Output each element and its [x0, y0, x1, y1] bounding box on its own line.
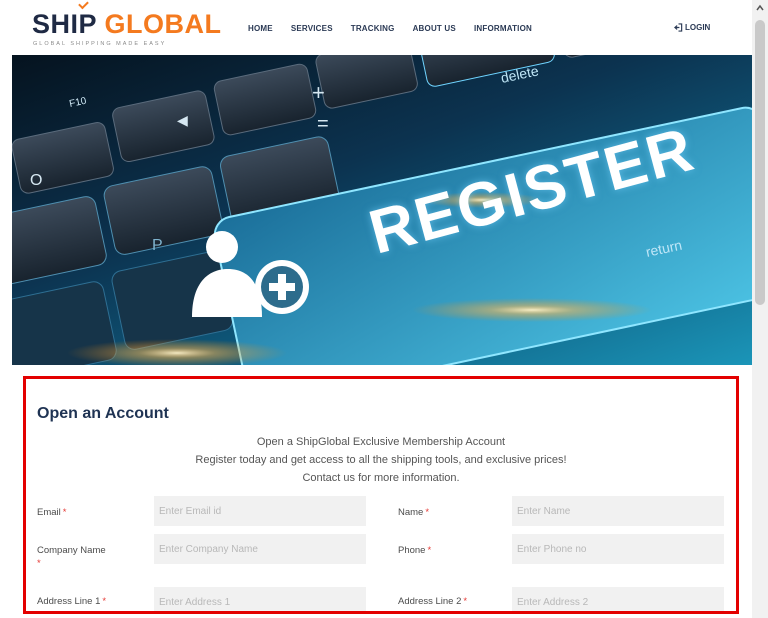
login-label: LOGIN	[685, 23, 711, 32]
open-account-panel: Open an Account Open a ShipGlobal Exclus…	[23, 376, 739, 614]
phone-label: Phone *	[398, 545, 431, 556]
intro-line-2: Register today and get access to all the…	[195, 454, 567, 466]
company-name-label: Company Name *	[37, 544, 142, 570]
logo-ship-text: SHIP	[32, 9, 97, 39]
site-header: SHIP GLOBAL GLOBAL SHIPPING MADE EASY HO…	[0, 0, 752, 55]
logo-tagline: GLOBAL SHIPPING MADE EASY	[33, 41, 167, 47]
intro-line-1: Open a ShipGlobal Exclusive Membership A…	[256, 436, 506, 448]
scroll-up-arrow-icon[interactable]	[755, 3, 765, 13]
email-field[interactable]	[154, 496, 366, 526]
required-marker: *	[37, 558, 41, 569]
nav-tracking[interactable]: TRACKING	[351, 24, 395, 33]
nav-information[interactable]: INFORMATION	[474, 24, 532, 33]
address-line-1-field[interactable]	[154, 587, 366, 611]
logo-global-text: GLOBAL	[104, 9, 222, 39]
required-marker: *	[463, 596, 468, 607]
address-line-1-label-text: Address Line 1	[37, 596, 101, 607]
page-title: Open an Account	[37, 405, 169, 422]
email-label-text: Email	[37, 507, 61, 518]
nav-home[interactable]: HOME	[248, 24, 273, 33]
intro-text: Open a ShipGlobal Exclusive Membership A…	[26, 433, 736, 487]
key-arrow-glyph: ◀	[177, 112, 188, 128]
required-marker: *	[62, 507, 67, 518]
nav-services[interactable]: SERVICES	[291, 24, 333, 33]
address-line-2-field[interactable]	[512, 587, 724, 611]
key-o-label: O	[30, 172, 42, 189]
required-marker: *	[425, 507, 430, 518]
required-marker: *	[102, 596, 107, 607]
login-arrow-icon	[674, 23, 683, 32]
nav-about-us[interactable]: ABOUT US	[413, 24, 456, 33]
name-label: Name *	[398, 507, 429, 518]
address-line-2-label: Address Line 2 *	[398, 596, 467, 607]
required-marker: *	[427, 545, 432, 556]
intro-line-3: Contact us for more information.	[302, 472, 460, 484]
main-nav: HOME SERVICES TRACKING ABOUT US INFORMAT…	[248, 24, 532, 33]
company-name-field[interactable]	[154, 534, 366, 564]
register-hero-banner: F10 delete return P O ◀ + = REGISTER	[12, 55, 752, 365]
key-p-label: P	[152, 237, 163, 254]
name-field[interactable]	[512, 496, 724, 526]
key-f10-label: F10	[68, 96, 88, 110]
address-line-1-label: Address Line 1 *	[37, 596, 106, 607]
login-link[interactable]: LOGIN	[674, 23, 710, 32]
key-plus-glyph: +	[312, 80, 325, 105]
logo-wordmark: SHIP GLOBAL	[32, 8, 222, 40]
name-label-text: Name	[398, 507, 424, 518]
company-name-label-text: Company Name	[37, 545, 106, 556]
scrollbar-thumb[interactable]	[755, 20, 765, 305]
address-line-2-label-text: Address Line 2	[398, 596, 462, 607]
phone-label-text: Phone	[398, 545, 426, 556]
page-scrollbar[interactable]	[752, 0, 768, 618]
phone-field[interactable]	[512, 534, 724, 564]
key-equals-glyph: =	[317, 113, 329, 135]
site-logo[interactable]: SHIP GLOBAL GLOBAL SHIPPING MADE EASY	[32, 0, 232, 48]
email-label: Email *	[37, 507, 66, 518]
